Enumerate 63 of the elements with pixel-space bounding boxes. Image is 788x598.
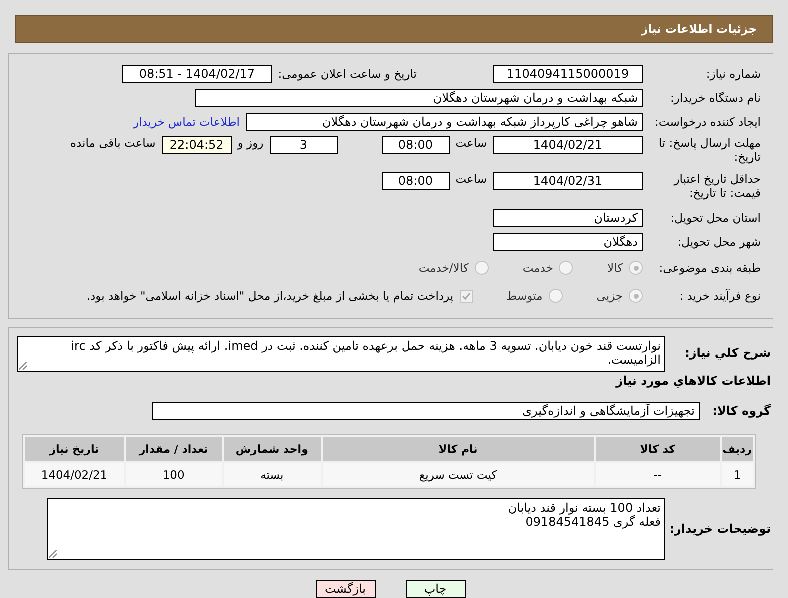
table-cell: 1 [722, 463, 753, 486]
buyer-org-field: شبکه بهداشت و درمان شهرستان دهگلان [195, 89, 643, 107]
radio-option[interactable]: کالا/خدمت [418, 261, 489, 275]
field-label: شماره نیاز: [705, 67, 761, 81]
table-cell: -- [596, 463, 720, 486]
field-label: نوع فرآیند خرید : [678, 289, 761, 303]
field-label: استان محل تحویل: [670, 211, 761, 225]
contact-link[interactable]: اطلاعات تماس خریدار [133, 115, 240, 129]
radio-button[interactable] [629, 289, 643, 303]
checkbox[interactable] [460, 290, 473, 302]
field-label: حداقل تاریخ اعتبار قیمت: تا تاریخ: [672, 172, 761, 200]
field-label: ساعت [456, 136, 487, 150]
field-label: ایجاد کننده درخواست: [654, 115, 761, 129]
summary-textarea[interactable]: نوارتست قند خون دیابان. تسویه 3 ماهه. هزینه حمل برعهده تامین کننده. ثبت در imed. ارائه پیش فاکتور با ذکر کد irc الزامیست. [17, 336, 665, 372]
requester-field: شاهو چراغی کارپرداز شبکه بهداشت و درمان شهرستان دهگلان [246, 113, 643, 131]
time-field: 08:00 [382, 136, 450, 154]
column-header: تاریخ نیاز [25, 437, 124, 461]
radio-button[interactable] [474, 261, 489, 275]
table-cell: کیت تست سریع [322, 463, 594, 486]
column-header: نام کالا [322, 437, 594, 461]
resize-grip-icon [49, 550, 57, 558]
time-field: 08:00 [382, 172, 450, 190]
column-header: تعداد / مقدار [126, 437, 222, 461]
radio-option[interactable]: متوسط [506, 289, 563, 303]
date-field: 1404/02/31 [493, 172, 643, 190]
column-header: کد کالا [596, 437, 720, 461]
field-label: ساعت [456, 172, 487, 186]
countdown-field: 22:04:52 [162, 136, 232, 154]
province-field: کردستان [493, 209, 643, 227]
radio-option[interactable]: کالا [607, 261, 643, 275]
need-number-field: 1104094115000019 [493, 65, 643, 83]
field-label: نام دستگاه خریدار: [669, 91, 761, 105]
table-cell: 100 [126, 463, 222, 486]
column-header: واحد شمارش [224, 437, 321, 461]
radio-button[interactable] [629, 261, 643, 275]
goods-group-field: تجهیزات آزمایشگاهی و اندازه‌گیری [152, 402, 700, 420]
field-label: شرح کلي نياز: [684, 345, 771, 360]
checkbox-label: پرداخت تمام یا بخشی از مبلغ خرید،از محل "اسناد خزانه اسلامی" خواهد بود. [86, 289, 454, 303]
field-label: طبقه بندی موضوعی: [658, 261, 761, 275]
days-field: 3 [270, 136, 338, 154]
field-label: شهر محل تحویل: [676, 235, 761, 249]
page-title: جزئیات اطلاعات نیاز [641, 22, 757, 36]
radio-button[interactable] [548, 289, 563, 303]
radio-option[interactable]: خدمت [522, 261, 574, 275]
section-heading: اطلاعات کالاهاي مورد نياز [616, 374, 771, 388]
city-field: دهگلان [493, 233, 643, 251]
table-cell: 1404/02/21 [25, 463, 124, 486]
print-button[interactable]: چاپ [406, 580, 466, 598]
back-button[interactable]: بازگشت [316, 580, 376, 598]
radio-button[interactable] [559, 261, 574, 275]
date-field: 1404/02/21 [493, 136, 643, 154]
field-label: روز و [238, 136, 264, 150]
radio-option[interactable]: جزیی [596, 289, 643, 303]
field-label: توضیحات خریدار: [671, 522, 771, 536]
announce-date-field: 1404/02/17 - 08:51 [122, 65, 272, 83]
resize-grip-icon [19, 362, 27, 370]
column-header: ردیف [722, 437, 753, 461]
field-label: مهلت ارسال پاسخ: تا تاریخ: [658, 136, 761, 164]
field-label: گروه کالا: [712, 404, 771, 418]
buyer-notes-textarea[interactable]: تعداد 100 بسته نوار قند دیابان فعله گری 09184541845 [47, 498, 665, 560]
field-label: ساعت باقی مانده [70, 136, 156, 150]
table-cell: بسته [224, 463, 321, 486]
field-label: تاریخ و ساعت اعلان عمومی: [278, 67, 417, 81]
